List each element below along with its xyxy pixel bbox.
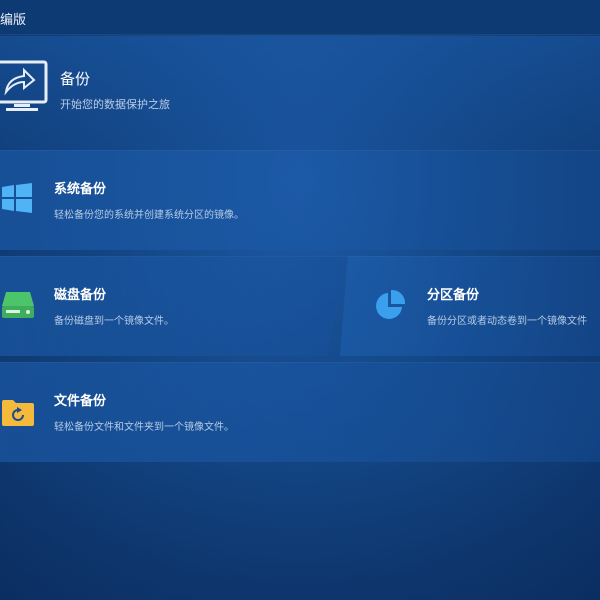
disk-backup-card[interactable] bbox=[0, 256, 348, 356]
folder-refresh-icon bbox=[2, 400, 34, 426]
system-backup-desc: 轻松备份您的系统并创建系统分区的镜像。 bbox=[54, 210, 244, 221]
empty-content-area bbox=[0, 462, 600, 600]
header-subtitle: 开始您的数据保护之旅 bbox=[60, 98, 170, 111]
window-title: 编版 bbox=[0, 13, 27, 28]
partition-backup-title: 分区备份 bbox=[427, 288, 480, 303]
disk-backup-desc: 备份磁盘到一个镜像文件。 bbox=[54, 316, 174, 327]
file-backup-title: 文件备份 bbox=[54, 394, 107, 409]
system-backup-card[interactable] bbox=[0, 150, 600, 250]
disk-drive-icon bbox=[2, 292, 34, 318]
partition-backup-desc: 备份分区或者动态卷到一个镜像文件 bbox=[427, 316, 587, 327]
header-title: 备份 bbox=[60, 70, 91, 88]
title-bar: 编版 bbox=[0, 0, 600, 35]
disk-backup-title: 磁盘备份 bbox=[54, 288, 107, 303]
pie-chart-icon bbox=[376, 289, 406, 319]
file-backup-desc: 轻松备份文件和文件夹到一个镜像文件。 bbox=[54, 422, 234, 433]
backup-header bbox=[0, 36, 600, 150]
system-backup-title: 系统备份 bbox=[54, 182, 107, 197]
windows-logo-icon bbox=[2, 183, 32, 213]
file-backup-card[interactable] bbox=[0, 362, 600, 462]
monitor-backup-icon bbox=[0, 60, 48, 111]
